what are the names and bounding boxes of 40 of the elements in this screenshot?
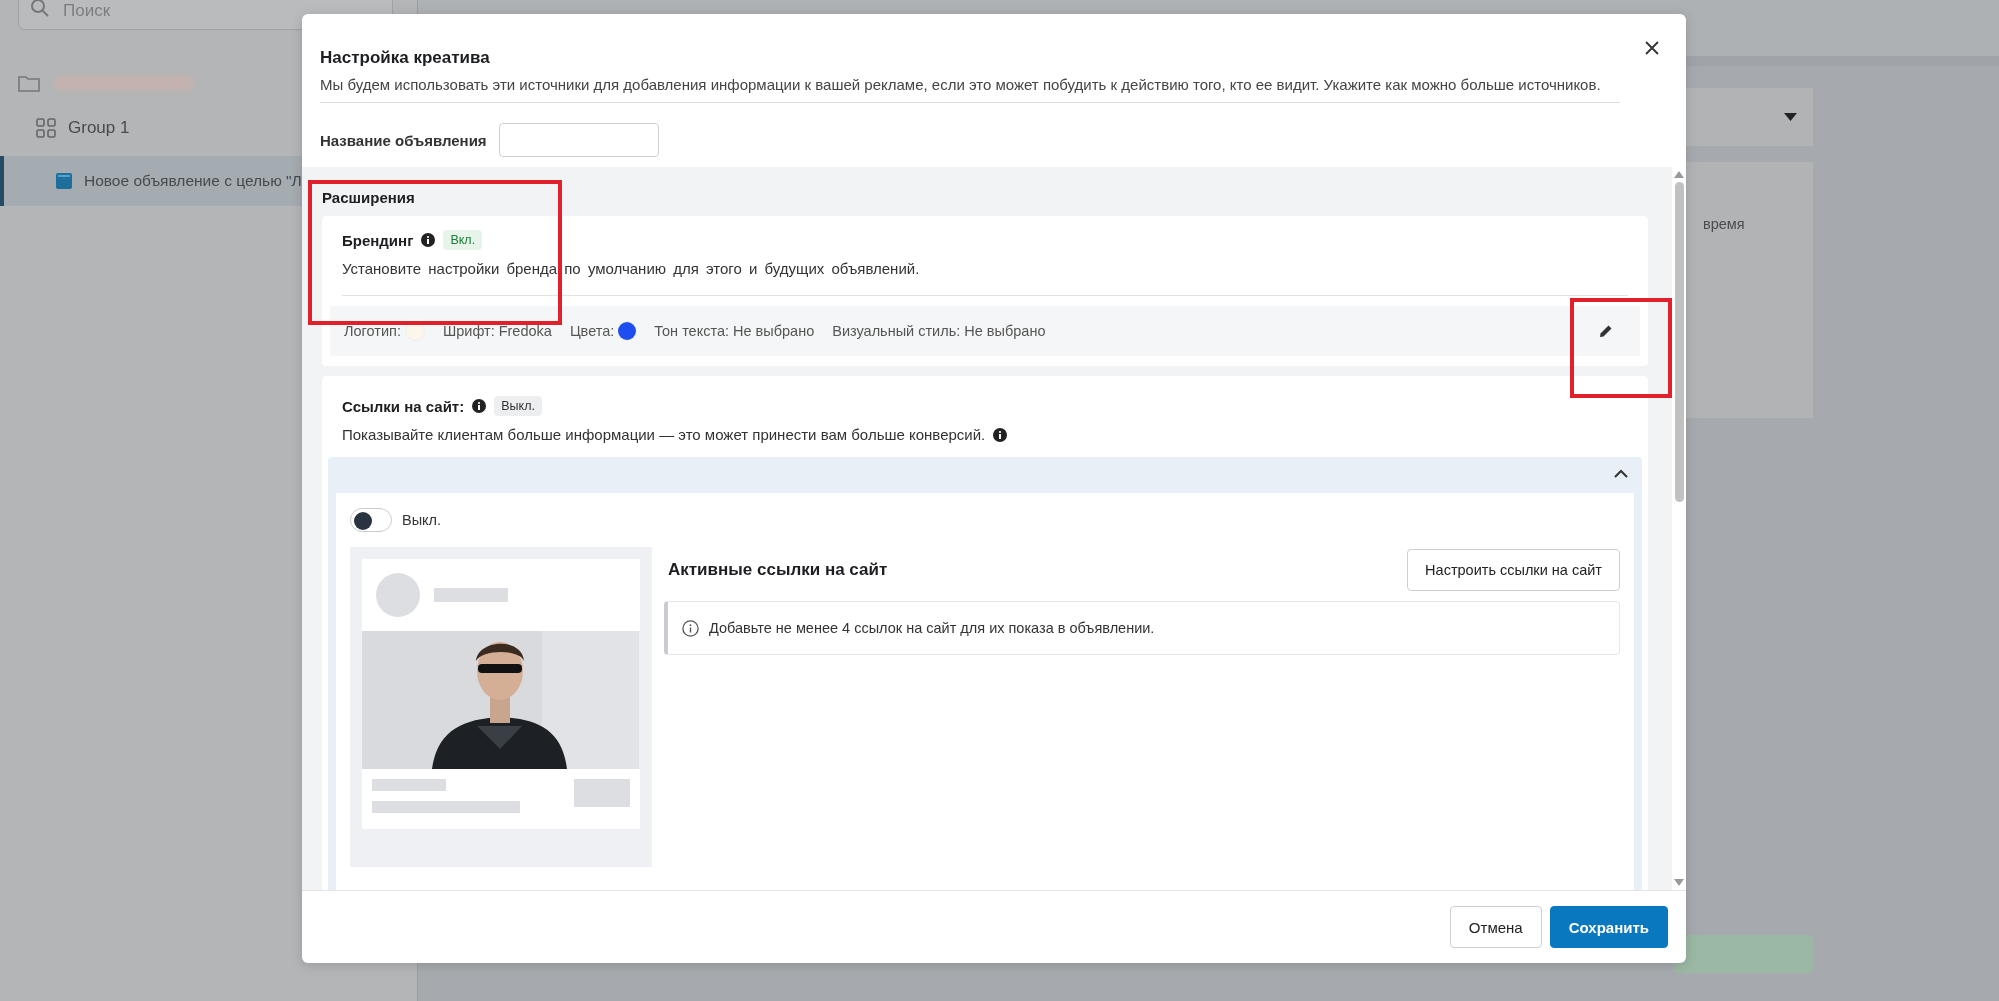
dialog-description: Мы будем использовать эти источники для добавления информации к вашей рекламе, если это может побудить к действию того, кто ее видит. Укажите как можно больше источников. bbox=[320, 73, 1620, 103]
grid-icon bbox=[36, 118, 56, 138]
field-label: Название объявления bbox=[320, 131, 487, 149]
dialog-title: Настройка креатива bbox=[320, 48, 491, 68]
button-placeholder bbox=[574, 779, 630, 807]
dropdown[interactable] bbox=[1683, 88, 1813, 146]
card-description: Установите настройки бренда по умолчанию для этого и будущих объявлений. bbox=[342, 260, 1628, 296]
toggle-label: Выкл. bbox=[402, 512, 442, 528]
setting-label: Логотип: bbox=[344, 323, 401, 339]
notice-text: Добавьте не менее 4 ссылок на сайт для их показа в объявлении. bbox=[709, 620, 1155, 636]
caret-icon bbox=[1784, 113, 1797, 121]
section-title: Расширения bbox=[322, 189, 416, 206]
setting-label: Визуальный стиль: Не выбрано bbox=[832, 323, 1046, 339]
card-description: Показывайте клиентам больше информации — это может принести вам больше конверсий. bbox=[342, 426, 986, 443]
folder-icon bbox=[18, 74, 40, 92]
card-text: время bbox=[1703, 215, 1746, 234]
card-title: Ссылки на сайт: bbox=[342, 397, 465, 415]
chevron-icon[interactable] bbox=[1612, 467, 1630, 480]
scroll-down-icon[interactable] bbox=[1674, 879, 1684, 886]
section-heading: Активные ссылки на сайт bbox=[668, 560, 888, 580]
card-title: Брендинг bbox=[342, 231, 414, 249]
info-icon bbox=[993, 427, 1008, 442]
search-icon bbox=[30, 0, 50, 18]
status-badge: Выкл. bbox=[494, 396, 542, 416]
setting-label: Шрифт: Fredoka bbox=[442, 323, 552, 339]
avatar-placeholder bbox=[376, 573, 420, 617]
status-badge: Вкл. bbox=[443, 230, 483, 250]
scroll-up-icon[interactable] bbox=[1674, 171, 1684, 178]
ad-name-field[interactable] bbox=[498, 123, 659, 157]
cancel-button[interactable]: Отмена bbox=[1449, 906, 1542, 948]
info-icon bbox=[421, 233, 436, 247]
info-icon bbox=[682, 619, 699, 637]
scrollbar[interactable] bbox=[1672, 167, 1686, 890]
configure-links-button[interactable]: Настроить ссылки на сайт bbox=[1407, 549, 1620, 591]
save-button[interactable]: Сохранить bbox=[1549, 906, 1668, 948]
setting-label: Цвета: bbox=[569, 323, 615, 339]
toggle-switch[interactable] bbox=[350, 508, 392, 532]
setting-label: Тон текста: Не выбрано bbox=[654, 323, 815, 339]
info-icon bbox=[472, 399, 487, 413]
ad-icon bbox=[56, 173, 72, 189]
